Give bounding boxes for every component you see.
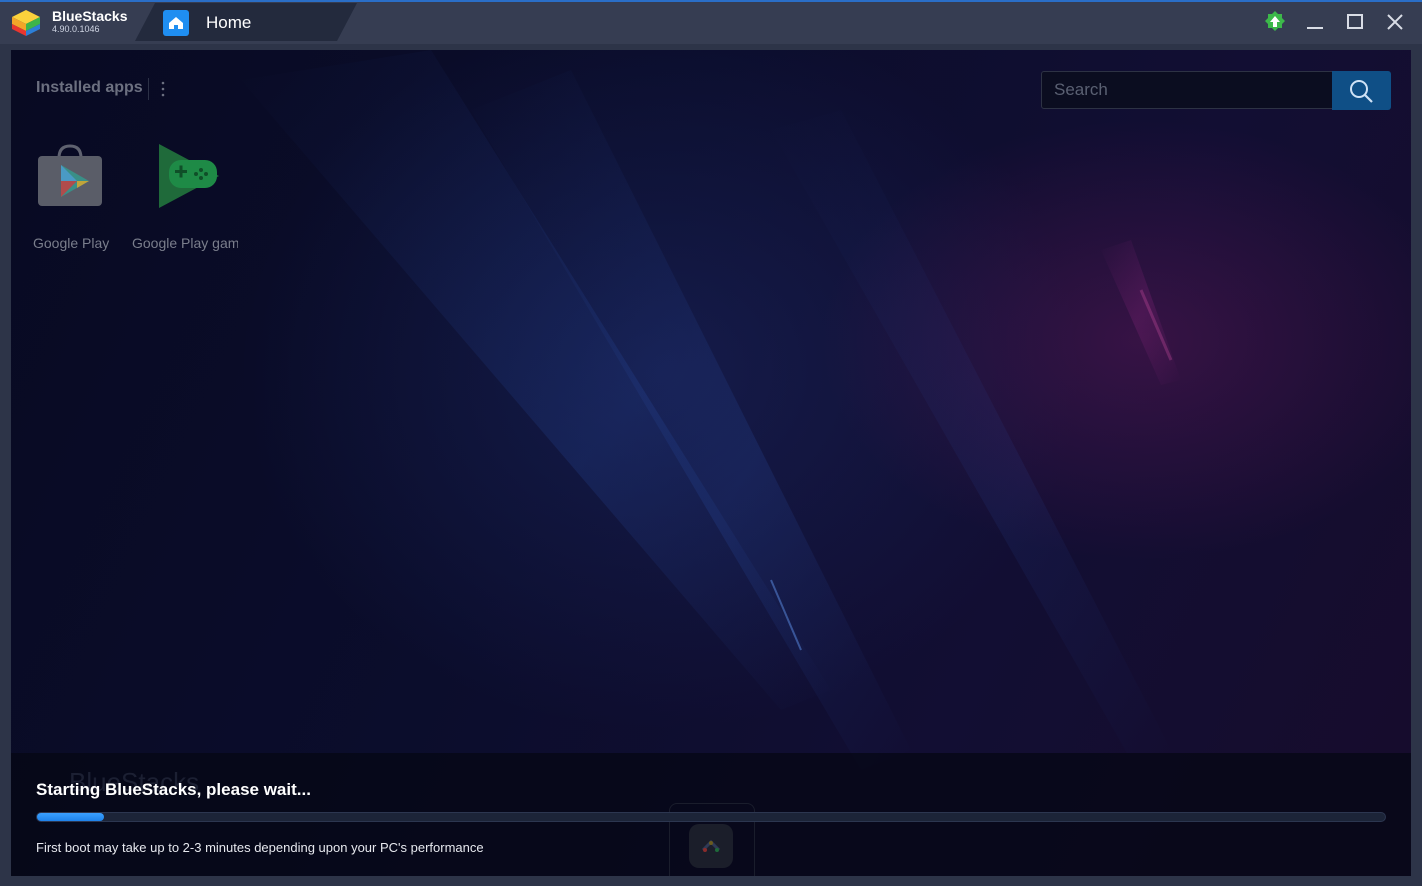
home-screen: Installed apps Google Play [11, 50, 1411, 876]
progress-bar [36, 812, 1386, 822]
maximize-button[interactable] [1341, 8, 1369, 36]
search-icon [1350, 80, 1373, 103]
chevron-up-icon [701, 839, 721, 852]
installed-apps-title: Installed apps [36, 79, 143, 96]
app-label: Google Play games [132, 235, 238, 251]
search-input[interactable] [1042, 72, 1332, 108]
tab-home[interactable]: Home [135, 3, 357, 41]
title-divider [148, 78, 149, 100]
tab-home-label: Home [206, 13, 252, 32]
loading-subtitle: First boot may take up to 2-3 minutes de… [36, 840, 484, 855]
more-options-icon[interactable] [157, 79, 169, 99]
brand: BlueStacks 4.90.0.1046 [10, 6, 127, 38]
minimize-button[interactable] [1301, 8, 1329, 36]
maximize-icon [1347, 14, 1363, 29]
progress-fill [37, 813, 105, 821]
google-play-store-icon [38, 144, 102, 206]
bluestacks-logo-icon [12, 10, 40, 36]
close-button[interactable] [1381, 8, 1409, 36]
home-icon [163, 10, 189, 36]
app-name: BlueStacks [52, 8, 128, 24]
app-version: 4.90.0.1046 [52, 24, 100, 34]
app-drawer-button [689, 824, 733, 868]
loading-title: Starting BlueStacks, please wait... [36, 780, 311, 799]
search-button[interactable] [1332, 71, 1391, 110]
update-button[interactable] [1261, 8, 1289, 36]
loading-panel: BlueStacks Starting BlueStacks, please w… [11, 753, 1411, 876]
title-bar: BlueStacks 4.90.0.1046 Home [0, 0, 1422, 44]
search-box [1041, 71, 1333, 109]
google-play-games-icon [159, 144, 219, 208]
close-icon [1387, 14, 1403, 30]
minimize-icon [1307, 27, 1323, 29]
update-icon [1265, 11, 1285, 31]
